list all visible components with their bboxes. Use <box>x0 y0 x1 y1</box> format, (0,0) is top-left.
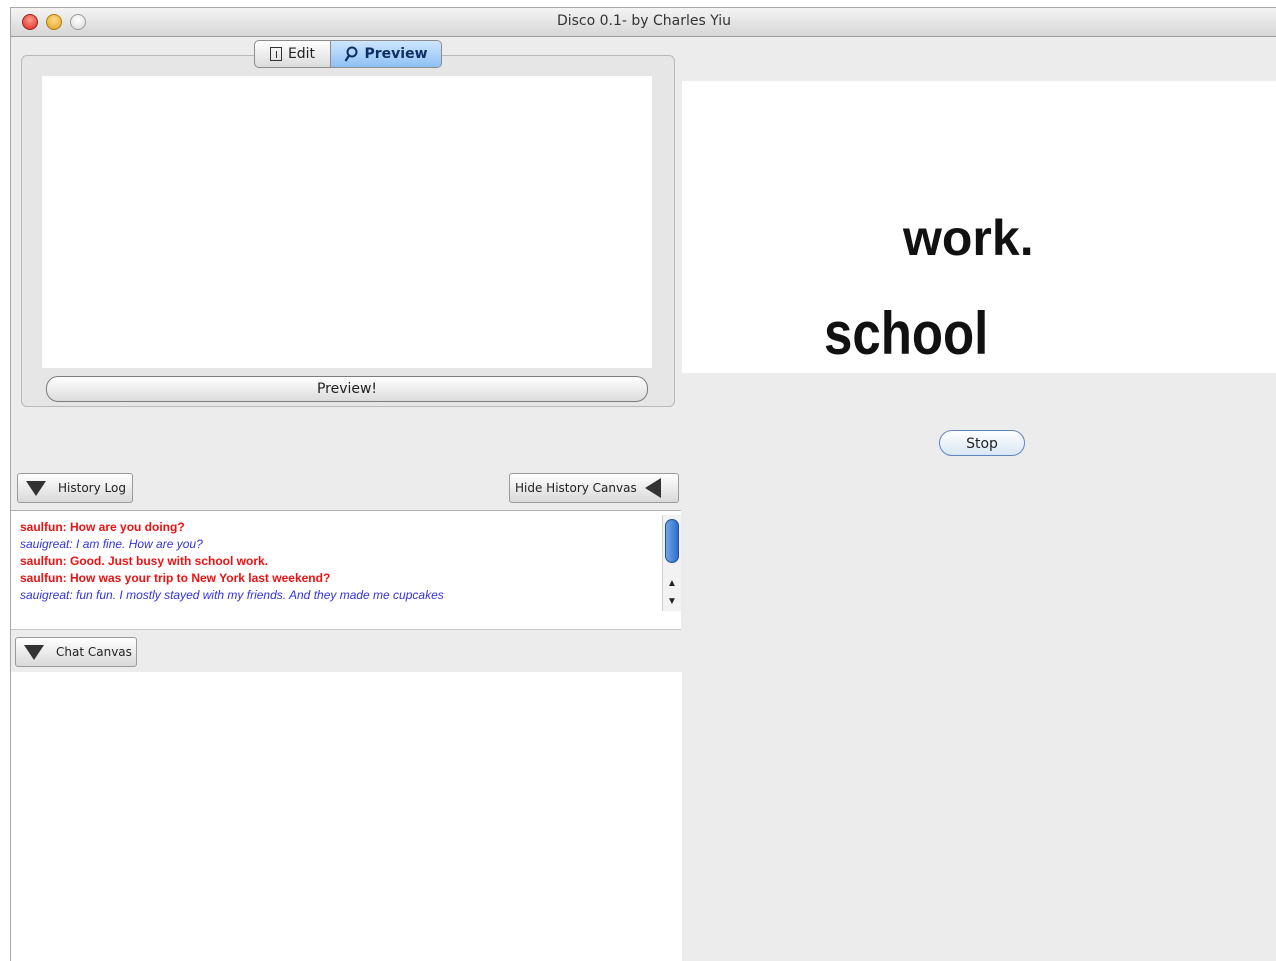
chat-canvas-toggle[interactable]: Chat Canvas <box>15 637 137 667</box>
history-message: saulfun: How was your trip to New York l… <box>20 571 331 585</box>
scrollbar-thumb[interactable] <box>665 519 679 563</box>
canvas-word: school <box>824 300 989 367</box>
history-log-label: History Log <box>58 481 126 495</box>
app-window: Disco 0.1- by Charles Yiu Edit Preview P… <box>10 7 1276 961</box>
display-canvas: work. school <box>682 81 1276 373</box>
hide-history-canvas-label: Hide History Canvas <box>515 481 637 495</box>
history-message: sauigreat: fun fun. I mostly stayed with… <box>20 588 444 602</box>
window-title: Disco 0.1- by Charles Yiu <box>556 13 732 29</box>
tab-preview[interactable]: Preview <box>331 41 441 67</box>
history-message: saulfun: How are you doing? <box>20 520 185 534</box>
hide-history-canvas-button[interactable]: Hide History Canvas <box>509 473 679 503</box>
tab-edit-label: Edit <box>287 46 316 62</box>
edit-icon <box>269 47 282 61</box>
history-log-toggle[interactable]: History Log <box>17 473 133 503</box>
editor-group: Preview! <box>21 55 675 407</box>
triangle-left-icon <box>644 478 661 498</box>
chat-canvas[interactable] <box>11 672 682 961</box>
history-log[interactable]: saulfun: How are you doing? sauigreat: I… <box>11 510 681 630</box>
preview-button[interactable]: Preview! <box>46 376 648 402</box>
chat-canvas-label: Chat Canvas <box>56 645 132 659</box>
stop-button[interactable]: Stop <box>939 430 1025 456</box>
triangle-down-icon <box>26 480 46 496</box>
magnifier-icon <box>345 46 358 62</box>
scroll-down-arrow-icon[interactable]: ▼ <box>665 595 679 609</box>
scroll-up-arrow-icon[interactable]: ▲ <box>665 577 679 591</box>
preview-area[interactable] <box>42 76 652 368</box>
title-bar[interactable]: Disco 0.1- by Charles Yiu <box>11 8 1276 37</box>
edit-preview-toggle: Edit Preview <box>254 40 442 68</box>
triangle-down-icon <box>24 644 44 660</box>
tab-edit[interactable]: Edit <box>255 41 331 67</box>
history-messages: saulfun: How are you doing? sauigreat: I… <box>20 519 660 604</box>
history-message: sauigreat: I am fine. How are you? <box>20 537 203 551</box>
history-message: saulfun: Good. Just busy with school wor… <box>20 554 269 568</box>
tab-preview-label: Preview <box>364 46 428 62</box>
history-scrollbar[interactable]: ▲ ▼ <box>662 515 681 611</box>
canvas-word: work. <box>903 210 1034 266</box>
